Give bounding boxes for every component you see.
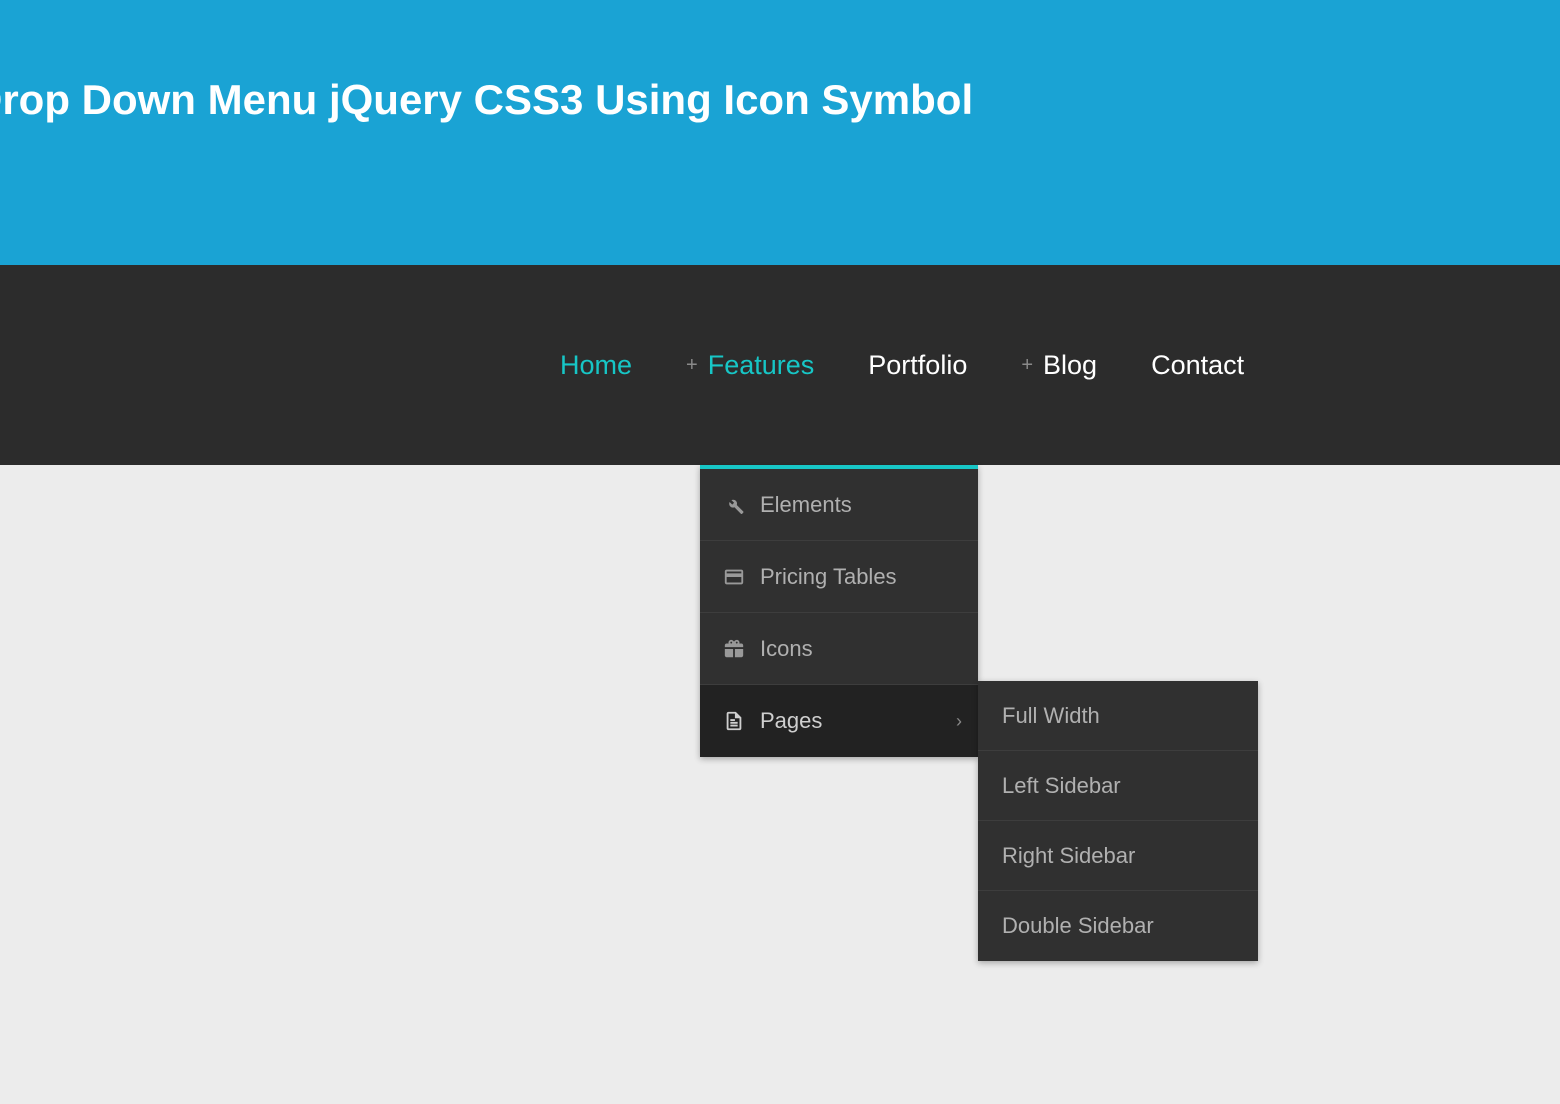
nav-list: Home + Features Portfolio + Blog Contact [560, 350, 1244, 381]
nav-item-contact[interactable]: Contact [1151, 350, 1244, 381]
submenu-label: Right Sidebar [1002, 843, 1135, 869]
card-icon [722, 565, 746, 589]
hero-banner: Drop Down Menu jQuery CSS3 Using Icon Sy… [0, 0, 1560, 265]
plus-icon: + [1021, 354, 1033, 377]
submenu-label: Left Sidebar [1002, 773, 1121, 799]
wrench-icon [722, 493, 746, 517]
nav-label: Home [560, 350, 632, 381]
submenu-label: Double Sidebar [1002, 913, 1154, 939]
dropdown-item-elements[interactable]: Elements [700, 469, 978, 541]
dropdown-item-icons[interactable]: Icons [700, 613, 978, 685]
submenu-item-full-width[interactable]: Full Width [978, 681, 1258, 751]
plus-icon: + [686, 354, 698, 377]
dropdown-label: Icons [760, 636, 813, 662]
dropdown-item-pages[interactable]: Pages › [700, 685, 978, 757]
dropdown-label: Elements [760, 492, 852, 518]
nav-item-features[interactable]: + Features [686, 350, 814, 381]
nav-label: Features [708, 350, 815, 381]
chevron-right-icon: › [956, 711, 962, 732]
submenu-item-left-sidebar[interactable]: Left Sidebar [978, 751, 1258, 821]
nav-label: Portfolio [868, 350, 967, 381]
document-icon [722, 709, 746, 733]
hero-title: Drop Down Menu jQuery CSS3 Using Icon Sy… [0, 76, 973, 124]
nav-item-blog[interactable]: + Blog [1021, 350, 1097, 381]
submenu-label: Full Width [1002, 703, 1100, 729]
submenu-item-double-sidebar[interactable]: Double Sidebar [978, 891, 1258, 961]
nav-item-home[interactable]: Home [560, 350, 632, 381]
main-navbar: Home + Features Portfolio + Blog Contact [0, 265, 1560, 465]
dropdown-item-pricing-tables[interactable]: Pricing Tables [700, 541, 978, 613]
submenu-item-right-sidebar[interactable]: Right Sidebar [978, 821, 1258, 891]
nav-item-portfolio[interactable]: Portfolio [868, 350, 967, 381]
pages-submenu: Full Width Left Sidebar Right Sidebar Do… [978, 681, 1258, 961]
nav-label: Contact [1151, 350, 1244, 381]
dropdown-label: Pricing Tables [760, 564, 897, 590]
nav-label: Blog [1043, 350, 1097, 381]
gift-icon [722, 637, 746, 661]
dropdown-label: Pages [760, 708, 822, 734]
features-dropdown: Elements Pricing Tables Icons Pages › [700, 465, 978, 757]
